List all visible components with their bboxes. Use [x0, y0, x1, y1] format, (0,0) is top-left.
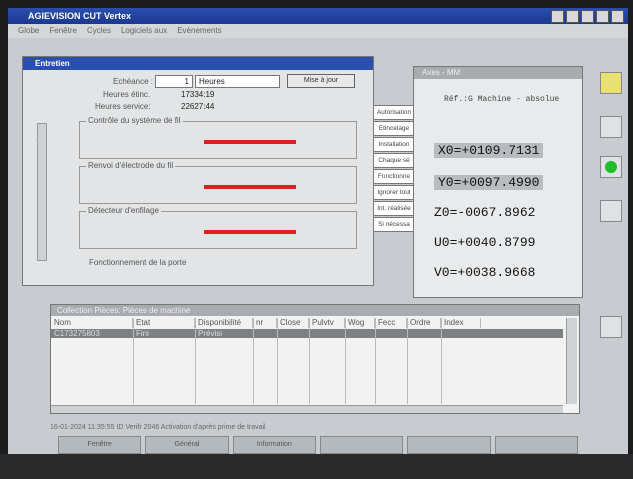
- group-detecteur-title: Détecteur d'enfilage: [86, 206, 161, 215]
- table-horizontal-scrollbar[interactable]: [51, 405, 563, 413]
- table-row[interactable]: C173275803 Fini Prévisi: [51, 329, 563, 338]
- menu-evenements[interactable]: Evènements: [177, 24, 221, 38]
- display-icon[interactable]: [600, 116, 622, 138]
- folder-icon[interactable]: [600, 200, 622, 222]
- axes-panel: Axes - MM Réf.:G Machine - absolue X0=+0…: [413, 66, 583, 298]
- help-icon[interactable]: [551, 10, 564, 23]
- app-titlebar: AGIEVISION CUT Vertex: [8, 8, 628, 24]
- col-close[interactable]: Close: [277, 318, 309, 328]
- table-vertical-scrollbar[interactable]: [566, 318, 577, 404]
- col-ordre[interactable]: Ordre: [407, 318, 441, 328]
- col-divider: [195, 318, 196, 404]
- tab-empty-3[interactable]: [494, 436, 578, 454]
- unit-select[interactable]: Heures: [195, 75, 280, 88]
- row-dispo: Prévisi: [198, 329, 223, 338]
- green-light-dot: [605, 161, 617, 173]
- window-controls: [551, 10, 624, 23]
- side-button-2[interactable]: Etincelage: [373, 121, 415, 136]
- coord-v: V0=+0038.9668: [434, 265, 536, 280]
- col-divider: [375, 318, 376, 404]
- menu-logiciels[interactable]: Logiciels aux: [121, 24, 167, 38]
- row-nom: C173275803: [54, 329, 100, 338]
- side-button-5[interactable]: Fonctionne: [373, 169, 415, 184]
- tab-empty-1[interactable]: [319, 436, 404, 454]
- vertical-scrollbar[interactable]: [37, 123, 47, 261]
- porte-label: Fonctionnement de la porte: [89, 258, 187, 267]
- red-indicator-3: [204, 230, 296, 234]
- minimize-icon[interactable]: [566, 10, 579, 23]
- col-divider: [277, 318, 278, 404]
- group-controle: Contrôle du système de fil ➜: [36, 116, 357, 159]
- tab-empty-2[interactable]: [407, 436, 491, 454]
- window-title: AGIEVISION CUT Vertex: [28, 11, 132, 21]
- side-button-4[interactable]: Chaque sé: [373, 153, 415, 168]
- tab-fenetre[interactable]: Fenêtre: [58, 436, 142, 454]
- tab-information[interactable]: Information: [232, 436, 316, 454]
- row-etat: Fini: [136, 329, 149, 338]
- status-line: 16-01-2024 11:35:55 ID Verifr 2046 Activ…: [50, 424, 266, 431]
- side-button-1[interactable]: Autorisation: [373, 105, 415, 120]
- bottom-tabs: Fenêtre Général Information: [58, 436, 578, 454]
- service-label: Heures service:: [95, 102, 151, 111]
- menu-bar: Globe Fenêtre Cycles Logiciels aux Evène…: [8, 24, 628, 38]
- coord-u: U0=+0040.8799: [434, 235, 536, 250]
- col-divider: [407, 318, 408, 404]
- red-indicator-1: [204, 140, 296, 144]
- side-button-8[interactable]: Si nécessa: [373, 217, 415, 232]
- heures-label: Heures étinc.: [103, 90, 151, 99]
- col-divider: [309, 318, 310, 404]
- pieces-header: Nom Etat Disponibilité nr Close Pulvtv W…: [51, 318, 563, 328]
- col-divider: [441, 318, 442, 404]
- group-renvoi-title: Renvoi d'électrode du fil: [86, 161, 176, 170]
- machine-status-icon[interactable]: [600, 72, 622, 94]
- col-dispo[interactable]: Disponibilité: [195, 318, 253, 328]
- monitor-bezel: [0, 454, 633, 479]
- stop-icon[interactable]: [600, 316, 622, 338]
- col-nom[interactable]: Nom: [51, 318, 133, 328]
- menu-cycles[interactable]: Cycles: [87, 24, 111, 38]
- col-pulvtv[interactable]: Pulvtv: [309, 318, 345, 328]
- col-wog[interactable]: Wog: [345, 318, 375, 328]
- service-value: 22627:44: [181, 102, 215, 111]
- restore-icon[interactable]: [581, 10, 594, 23]
- entretien-title: Entretien: [23, 57, 373, 70]
- pieces-panel: Collection Pièces: Pièces de machine Nom…: [50, 304, 580, 414]
- col-divider: [345, 318, 346, 404]
- group-detecteur: Détecteur d'enfilage: [79, 206, 357, 249]
- side-button-7[interactable]: Int. réalisée: [373, 201, 415, 216]
- col-divider: [133, 318, 134, 404]
- side-button-3[interactable]: Installation: [373, 137, 415, 152]
- coord-z: Z0=-0067.8962: [434, 205, 536, 220]
- echeance-label: Echéance :: [113, 77, 154, 86]
- col-divider: [253, 318, 254, 404]
- menu-fenetre[interactable]: Fenêtre: [49, 24, 77, 38]
- heures-value: 17334:19: [181, 90, 215, 99]
- screen: AGIEVISION CUT Vertex Globe Fenêtre Cycl…: [8, 8, 628, 454]
- col-etat[interactable]: Etat: [133, 318, 195, 328]
- col-index[interactable]: Index: [441, 318, 481, 328]
- red-indicator-2: [204, 185, 296, 189]
- axes-reference: Réf.:G Machine - absolue: [444, 95, 560, 104]
- col-fecc[interactable]: Fecc: [375, 318, 407, 328]
- tab-general[interactable]: Général: [145, 436, 229, 454]
- coord-y: Y0=+0097.4990: [434, 175, 544, 190]
- entretien-window: Entretien Echéance : 1 Heures Mise à jou…: [22, 56, 415, 286]
- pieces-title: Collection Pièces: Pièces de machine: [51, 305, 579, 316]
- group-renvoi: Renvoi d'électrode du fil: [79, 161, 357, 204]
- col-nr[interactable]: nr: [253, 318, 277, 328]
- side-button-6[interactable]: Ignorer tout: [373, 185, 415, 200]
- coord-x: X0=+0109.7131: [434, 143, 544, 158]
- axes-title: Axes - MM: [414, 67, 582, 79]
- echeance-field[interactable]: 1: [155, 75, 193, 88]
- menu-globe[interactable]: Globe: [18, 24, 39, 38]
- close-icon[interactable]: [611, 10, 624, 23]
- update-button[interactable]: Mise à jour: [287, 74, 355, 88]
- green-light-icon[interactable]: [600, 156, 622, 178]
- group-controle-title: Contrôle du système de fil: [86, 116, 183, 125]
- maximize-icon[interactable]: [596, 10, 609, 23]
